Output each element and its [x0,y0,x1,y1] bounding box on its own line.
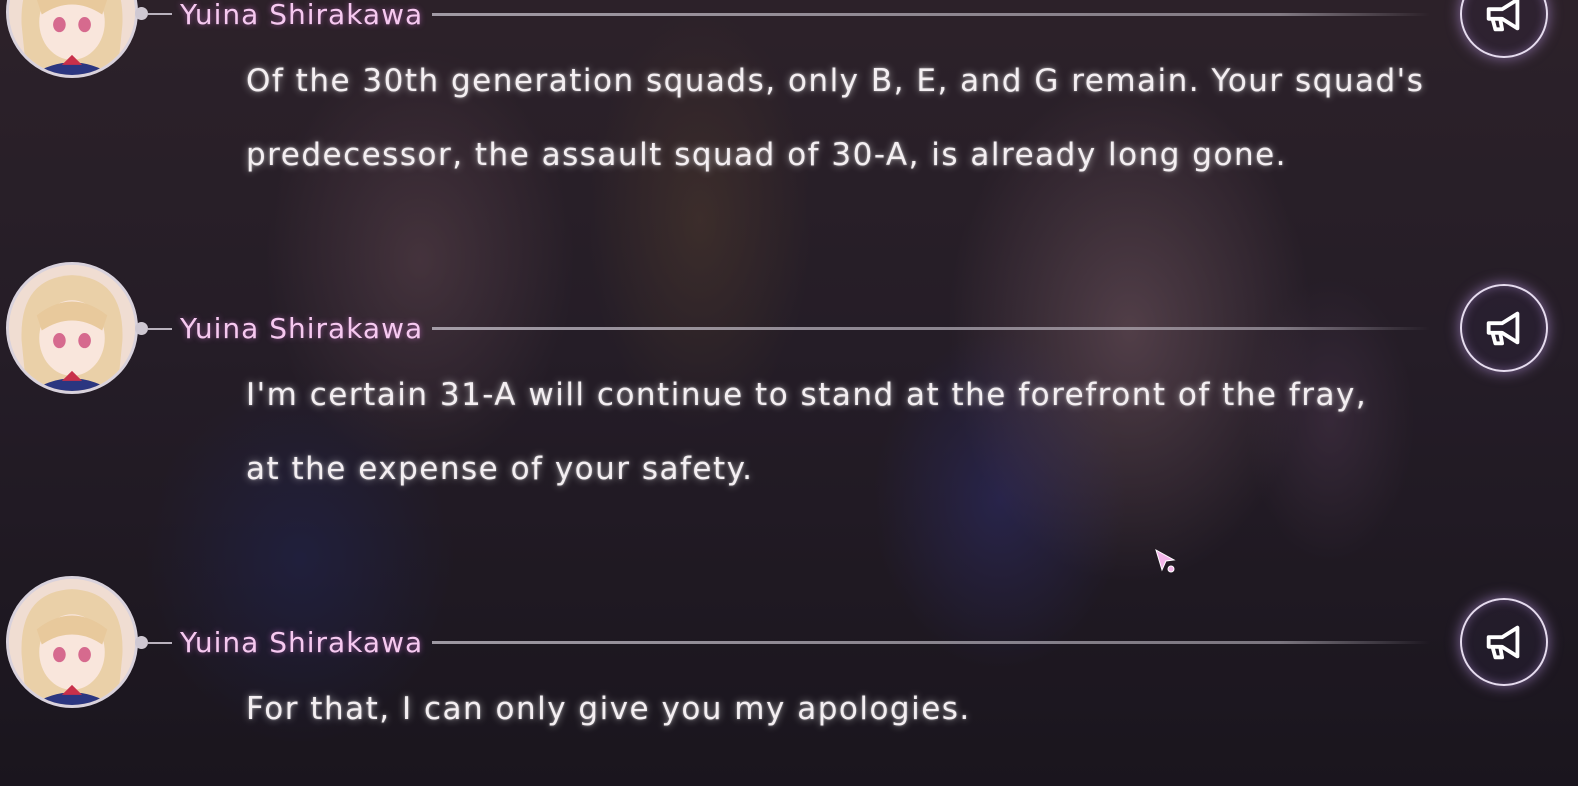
speaker-name: Yuina Shirakawa [180,0,424,31]
dialogue-text: For that, I can only give you my apologi… [246,672,1436,746]
name-divider [432,13,1430,16]
connector-dot [135,636,148,649]
replay-voice-button[interactable] [1460,0,1548,58]
portrait-icon [9,265,135,391]
speaker-name: Yuina Shirakawa [180,626,424,659]
speaker-name: Yuina Shirakawa [180,312,424,345]
backlog-entry: Yuina Shirakawa I'm certain 31-A will co… [0,262,1578,487]
dialogue-text: Of the 30th generation squads, only B, E… [246,44,1436,192]
backlog-screen: Yuina Shirakawa Of the 30th generation s… [0,0,1578,786]
connector-line [148,328,172,330]
dialogue-line: For that, I can only give you my apologi… [246,691,971,727]
megaphone-icon [1486,311,1520,346]
backlog-entry: Yuina Shirakawa For that, I can only giv… [0,576,1578,786]
pointer-cursor-icon [1155,548,1176,573]
connector-line [148,13,172,15]
speaker-avatar [6,0,138,78]
name-divider [432,327,1430,330]
connector-dot [135,7,148,20]
connector-line [148,642,172,644]
replay-voice-button[interactable] [1460,284,1548,372]
dialogue-line: Of the 30th generation squads, only B, E… [246,63,1425,99]
megaphone-icon [1486,0,1520,32]
name-divider [432,641,1430,644]
dialogue-line: at the expense of your safety. [246,451,754,487]
replay-voice-button[interactable] [1460,598,1548,686]
dialogue-text: I'm certain 31-A will continue to stand … [246,358,1436,506]
portrait-icon [9,0,135,75]
dialogue-line: I'm certain 31-A will continue to stand … [246,377,1368,413]
connector-dot [135,322,148,335]
backlog-entry: Yuina Shirakawa Of the 30th generation s… [0,0,1578,218]
speaker-avatar [6,262,138,394]
megaphone-icon [1486,625,1520,660]
dialogue-line: predecessor, the assault squad of 30-A, … [246,137,1288,173]
portrait-icon [9,579,135,705]
speaker-avatar [6,576,138,708]
